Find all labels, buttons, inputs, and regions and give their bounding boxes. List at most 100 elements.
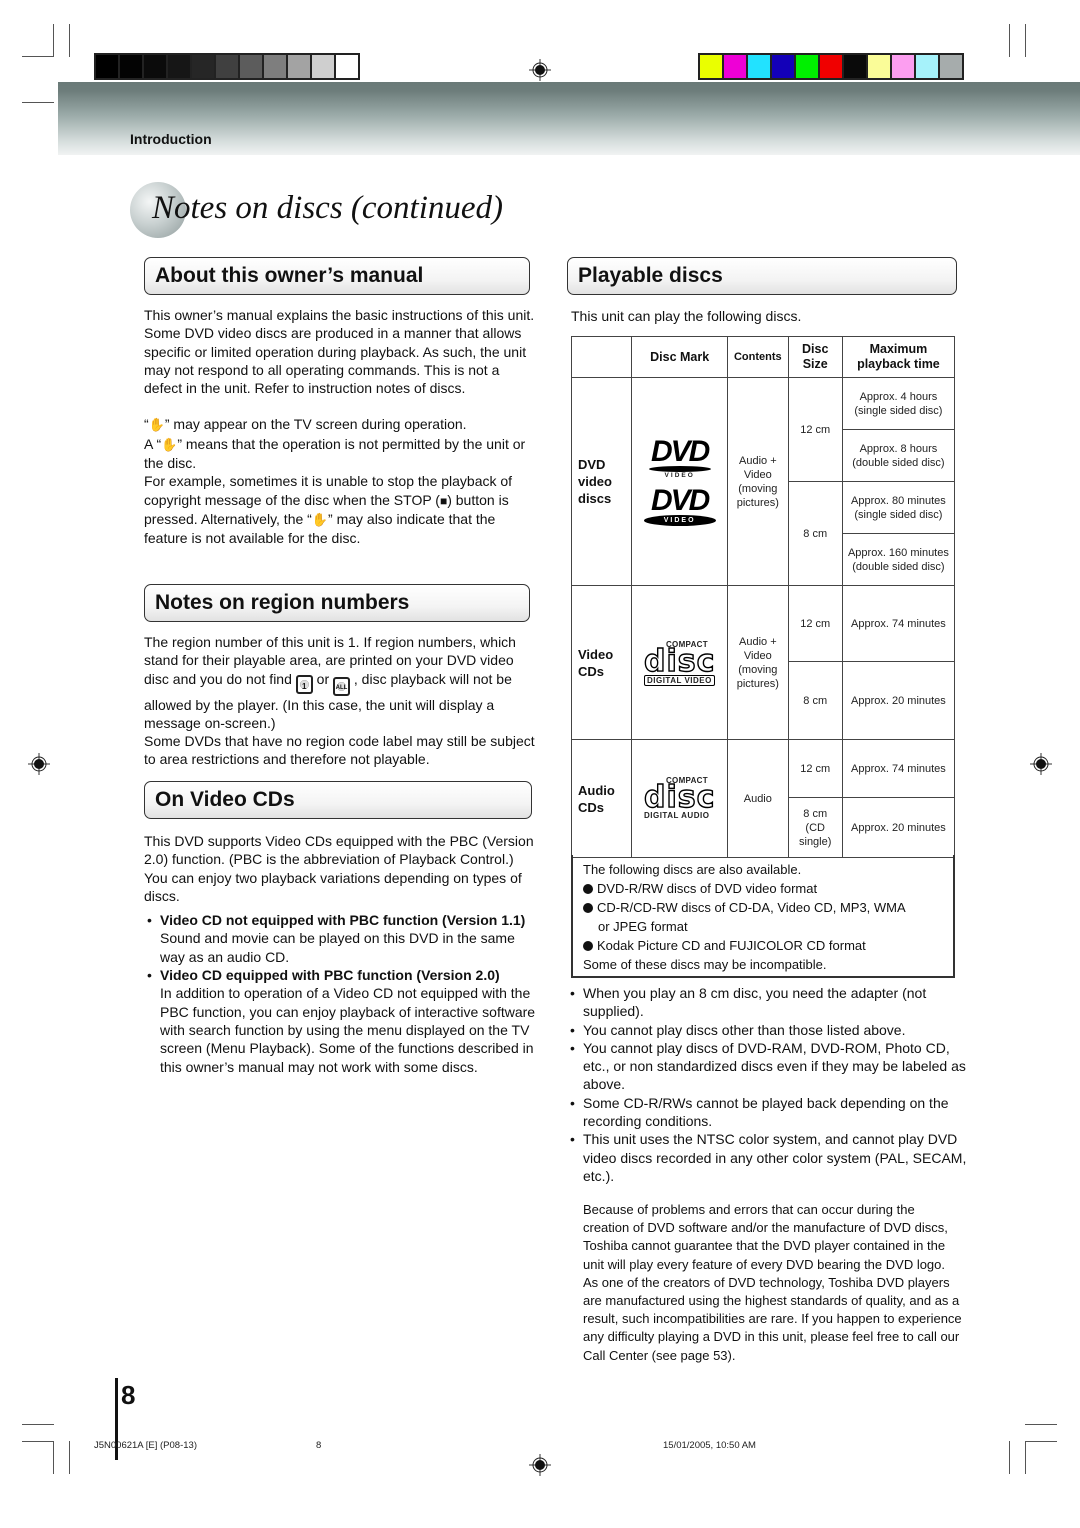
also-item: CD-R/CD-RW discs of CD-DA, Video CD, MP3… <box>583 898 943 917</box>
table-row: Video CDs COMPACT disc DIGITAL VIDEO Aud… <box>570 585 956 740</box>
about-hand-meaning: A “✋” means that the operation is not pe… <box>144 435 526 472</box>
crop-mark <box>69 24 70 57</box>
video-cd-logo: COMPACT disc DIGITAL VIDEO <box>631 585 729 740</box>
time-cell: Approx. 8 hours (double sided disc) <box>841 429 956 482</box>
color-swatch <box>724 55 746 78</box>
crop-mark <box>53 1441 54 1474</box>
crop-mark <box>22 1441 54 1442</box>
disc-type-dvd: DVD video discs <box>570 377 633 586</box>
page-title: Notes on discs (continued) <box>152 190 504 226</box>
contents-cell: Audio + Video (moving pictures) <box>727 377 789 586</box>
color-swatch <box>288 55 310 78</box>
heading-region-numbers: Notes on region numbers <box>144 584 530 622</box>
crop-mark <box>1025 1441 1057 1442</box>
col-header-disc-size: Disc Size <box>787 336 843 378</box>
crop-mark <box>1025 1424 1057 1425</box>
note-item: You cannot play discs of DVD-RAM, DVD-RO… <box>567 1039 967 1094</box>
doc-code: J5N00621A [E] (P08-13) <box>94 1440 197 1451</box>
col-header-disc-mark: Disc Mark <box>631 336 729 378</box>
playable-discs-table: Disc Mark Contents Disc Size Maximum pla… <box>570 336 956 858</box>
color-swatch <box>892 55 914 78</box>
region-note: Some DVDs that have no region code label… <box>144 733 535 768</box>
vcd-intro: This DVD supports Video CDs equipped wit… <box>144 833 534 904</box>
crop-mark <box>22 56 54 57</box>
note-item: When you play an 8 cm disc, you need the… <box>567 984 967 1021</box>
note-item: Some CD-R/RWs cannot be played back depe… <box>567 1094 967 1131</box>
vcd-section-text: This DVD supports Video CDs equipped wit… <box>144 832 536 1076</box>
color-swatch <box>336 55 358 78</box>
region-all-icon: ALL <box>333 676 351 696</box>
crop-mark <box>53 24 54 57</box>
also-item-cont: or JPEG format <box>598 919 688 934</box>
crop-mark <box>22 1424 54 1425</box>
color-swatch <box>820 55 842 78</box>
bullet-dot-icon <box>583 941 593 951</box>
crop-mark <box>1025 1441 1026 1474</box>
dvd-logo-icon: DVD <box>651 434 710 468</box>
contents-cell: Audio + Video (moving pictures) <box>727 585 789 740</box>
crop-mark <box>22 102 54 103</box>
size-cell: 8 cm <box>787 481 843 586</box>
about-para: This owner’s manual explains the basic i… <box>144 307 535 397</box>
hand-prohibit-icon: ✋ <box>148 417 165 433</box>
hand-prohibit-icon: ✋ <box>161 436 178 452</box>
heading-video-cds: On Video CDs <box>144 781 532 819</box>
region-1-icon: 1 <box>295 674 313 694</box>
disc-type-audio-cd: Audio CDs <box>570 739 633 858</box>
bullet-dot-icon <box>583 903 593 913</box>
vcd-bullet-title: Video CD equipped with PBC function (Ver… <box>160 967 500 984</box>
color-swatch-strip <box>698 53 964 80</box>
color-swatch <box>844 55 866 78</box>
contents-cell: Audio <box>727 739 789 858</box>
heading-playable-discs: Playable discs <box>567 257 957 295</box>
color-swatch <box>144 55 166 78</box>
crop-mark <box>1009 1441 1010 1474</box>
table-header-row: Disc Mark Contents Disc Size Maximum pla… <box>570 336 956 378</box>
footer-page: 8 <box>316 1440 322 1451</box>
color-swatch <box>264 55 286 78</box>
vcd-bullet-title: Video CD not equipped with PBC function … <box>160 912 526 929</box>
audio-cd-logo: COMPACT disc DIGITAL AUDIO <box>631 739 729 858</box>
playable-notes: When you play an 8 cm disc, you need the… <box>567 984 967 1185</box>
time-cell: Approx. 20 minutes <box>841 797 956 858</box>
color-swatch <box>940 55 962 78</box>
size-cell: 12 cm <box>787 739 843 798</box>
page-number: 8 <box>121 1380 136 1410</box>
hand-prohibit-icon: ✋ <box>311 511 329 527</box>
size-cell: 8 cm (CD single) <box>787 797 843 858</box>
disclaimer: Because of problems and errors that can … <box>583 1202 962 1363</box>
color-swatch <box>312 55 334 78</box>
registration-mark-icon <box>28 753 50 775</box>
color-swatch <box>96 55 118 78</box>
playable-intro: This unit can play the following discs. <box>571 308 802 324</box>
color-swatch <box>868 55 890 78</box>
color-swatch <box>240 55 262 78</box>
time-cell: Approx. 4 hours (single sided disc) <box>841 377 956 430</box>
crop-mark <box>1009 24 1010 57</box>
color-swatch <box>700 55 722 78</box>
color-swatch <box>748 55 770 78</box>
registration-mark-icon <box>1030 753 1052 775</box>
region-section-text: The region number of this unit is 1. If … <box>144 633 536 769</box>
table-row: Audio CDs COMPACT disc DIGITAL AUDIO Aud… <box>570 739 956 858</box>
time-cell: Approx. 80 minutes (single sided disc) <box>841 481 956 534</box>
crop-mark <box>1025 24 1026 57</box>
vcd-bullet-text: In addition to operation of a Video CD n… <box>160 985 536 1075</box>
col-header-contents: Contents <box>727 336 789 378</box>
also-note: Some of these discs may be incompatible. <box>583 957 827 972</box>
size-cell: 12 cm <box>787 585 843 662</box>
color-swatch <box>772 55 794 78</box>
color-swatch <box>192 55 214 78</box>
about-section-text: This owner’s manual explains the basic i… <box>144 306 536 548</box>
col-header-type <box>570 336 633 378</box>
note-item: You cannot play discs other than those l… <box>567 1021 967 1040</box>
about-hand-line: “✋” may appear on the TV screen during o… <box>144 415 536 434</box>
also-intro: The following discs are also available. <box>583 862 802 877</box>
gray-swatch-strip <box>94 53 360 80</box>
compact-disc-logo-icon: COMPACT disc DIGITAL VIDEO <box>643 639 716 686</box>
also-available-box: The following discs are also available. … <box>571 855 955 978</box>
also-item: DVD-R/RW discs of DVD video format <box>583 879 943 898</box>
compact-disc-logo-icon: COMPACT disc DIGITAL AUDIO <box>643 776 716 820</box>
dvd-video-logo: DVD VIDEO DVD VIDEO <box>631 377 729 586</box>
color-swatch <box>216 55 238 78</box>
